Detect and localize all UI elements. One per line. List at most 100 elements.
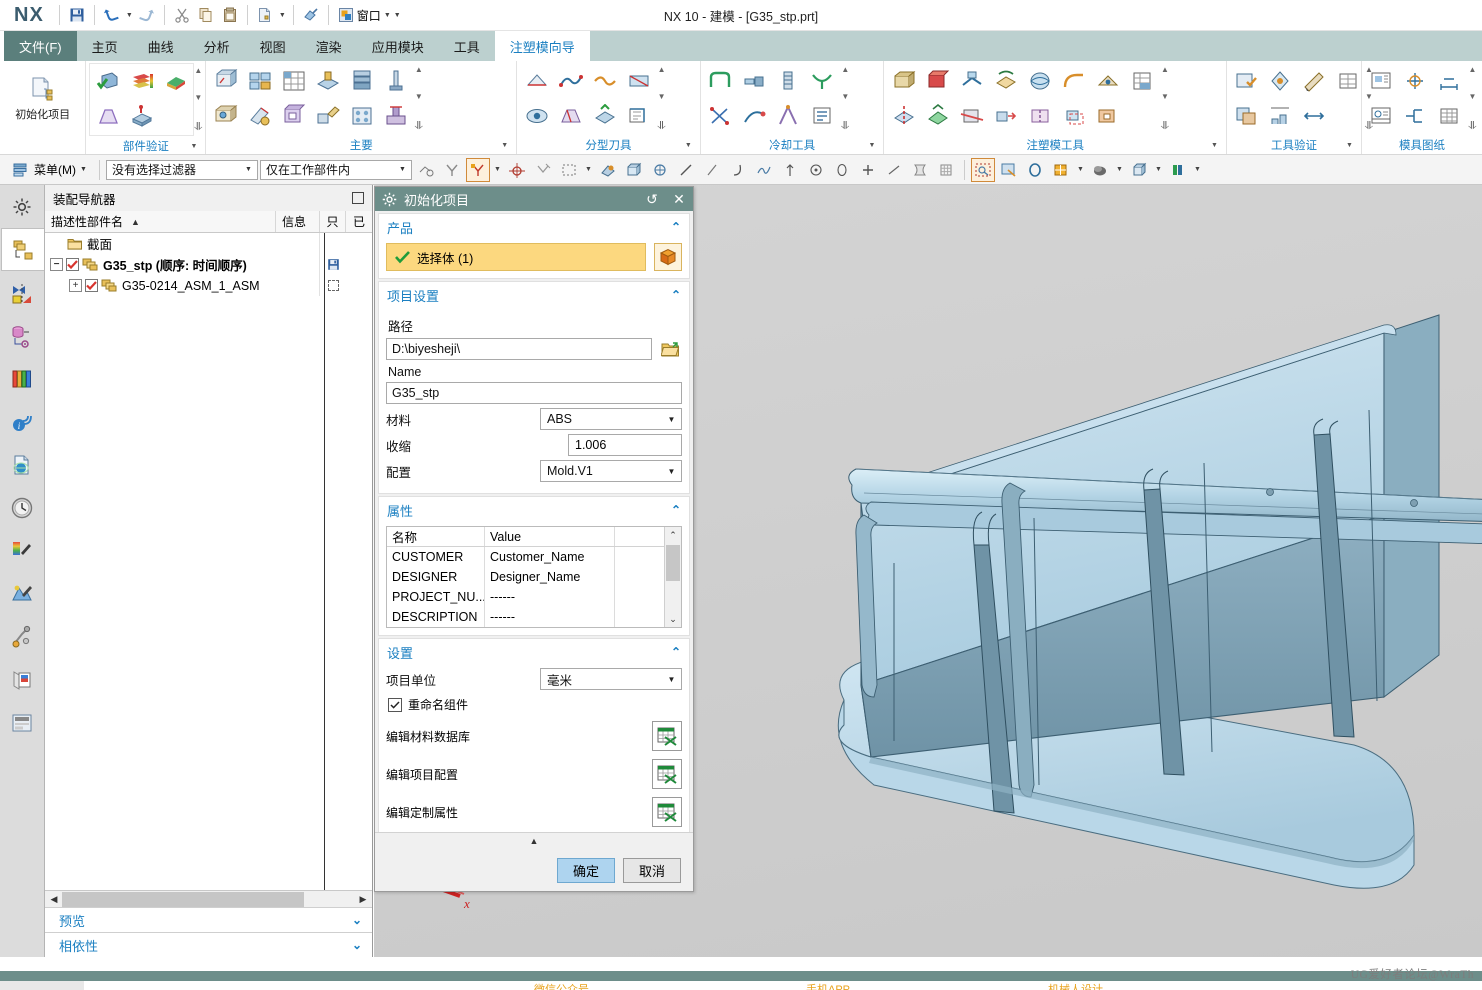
scroll-right-icon[interactable]: ▶ [355, 891, 371, 907]
attributes-vertical-scrollbar[interactable]: ⌃ ⌄ [664, 527, 681, 627]
deselect-icon[interactable] [440, 158, 464, 182]
unit-select[interactable]: 毫米 ▼ [540, 668, 682, 690]
sidebar-item-hd3d-tools[interactable]: i [1, 400, 44, 443]
tab-file[interactable]: 文件(F) [4, 31, 77, 61]
line2-icon[interactable] [700, 158, 724, 182]
ribbon-group-part-validation-label[interactable]: 部件验证 ▼ [86, 138, 205, 154]
ribbon-group-parting-label[interactable]: 分型刀具 ▼ [517, 136, 700, 154]
path-input[interactable]: D:\biyesheji\ [386, 338, 652, 360]
feature-select-icon[interactable] [648, 158, 672, 182]
view-style-icon[interactable] [1127, 158, 1151, 182]
mold-check-icon[interactable] [1230, 64, 1263, 97]
snap-point-dropdown-icon[interactable]: ▼ [492, 158, 503, 182]
ribbon-group-mold-tools-label[interactable]: 注塑模工具 ▼ [884, 136, 1226, 154]
new-part-dropdown-icon[interactable]: ▼ [277, 3, 288, 27]
slider-lifter-icon[interactable] [311, 99, 344, 132]
workpiece-icon[interactable] [209, 99, 242, 132]
tab-home[interactable]: 主页 [76, 31, 133, 61]
config-select[interactable]: Mold.V1 ▼ [540, 460, 682, 482]
plus-icon[interactable] [856, 158, 880, 182]
face-patch-icon[interactable] [921, 99, 954, 132]
project-settings-header[interactable]: 项目设置 ⌃ [379, 282, 689, 308]
assembly-drawing-icon[interactable] [1365, 64, 1398, 97]
face-select-icon[interactable] [596, 158, 620, 182]
window-menu-button[interactable]: 窗口 ▼ ▼ [334, 5, 405, 26]
sidebar-item-roles[interactable] [1, 658, 44, 701]
column-header-value[interactable]: Value [485, 527, 615, 546]
mold-csys-icon[interactable] [209, 64, 242, 97]
attributes-header[interactable]: 属性 ⌃ [379, 497, 689, 523]
snap-point-icon[interactable] [465, 157, 490, 182]
scroll-expand-icon[interactable]: ⥥ [1468, 120, 1476, 132]
profile-split-icon[interactable] [1023, 99, 1056, 132]
shrink-input[interactable]: 1.006 [568, 434, 682, 456]
chevron-down-icon[interactable]: ▼ [869, 142, 876, 149]
dependency-section-header[interactable]: 相依性 ⌄ [45, 932, 372, 957]
sidebar-item-web-browser[interactable] [1, 443, 44, 486]
new-part-icon[interactable] [253, 3, 277, 27]
bom-table-icon[interactable] [1399, 99, 1432, 132]
scroll-down-icon[interactable]: ▼ [1161, 93, 1169, 101]
scroll-track[interactable] [665, 543, 682, 611]
sidebar-item-system-materials[interactable] [1, 529, 44, 572]
select-all-icon[interactable] [414, 158, 438, 182]
column-header-readonly[interactable]: 只 [320, 211, 346, 232]
tree-row-g35-0214-asm[interactable]: + G35-0214_ASM_1_ASM [45, 275, 372, 296]
rectangle-select-icon[interactable] [557, 158, 581, 182]
readonly-cell[interactable] [320, 254, 346, 275]
snap-off-icon[interactable] [531, 158, 555, 182]
visibility-icon[interactable] [1166, 158, 1190, 182]
design-insert-icon[interactable] [1091, 99, 1124, 132]
column-header-modified[interactable]: 已 [346, 211, 372, 232]
sidebar-item-part-navigator[interactable] [1, 314, 44, 357]
chevron-down-icon[interactable]: ▼ [685, 142, 692, 149]
chevron-up-icon[interactable]: ⌃ [671, 503, 681, 517]
snap-center-icon[interactable] [505, 158, 529, 182]
sidebar-item-reuse-library[interactable] [1, 357, 44, 400]
tab-tools[interactable]: 工具 [438, 31, 495, 61]
fit-view-icon[interactable] [970, 157, 995, 182]
table-row[interactable]: DESCRIPTION ------ [387, 607, 664, 627]
dialog-collapse-toggle[interactable]: ▲ [375, 832, 693, 849]
scroll-expand-icon[interactable]: ⥥ [841, 120, 849, 132]
ribbon-group-main-label[interactable]: 主要 ▼ [206, 136, 516, 154]
mesh-icon[interactable] [934, 158, 958, 182]
view-orient-icon[interactable] [1049, 158, 1073, 182]
scroll-down-icon[interactable]: ▼ [415, 93, 423, 101]
cut-icon[interactable] [170, 3, 194, 27]
shading-icon[interactable] [1088, 158, 1112, 182]
visibility-checkbox[interactable] [85, 279, 98, 292]
cooling-connector-icon[interactable] [738, 64, 771, 97]
copy-icon[interactable] [194, 3, 218, 27]
ribbon-group-tool-validation-label[interactable]: 工具验证 ▼ [1227, 136, 1361, 154]
column-header-name[interactable]: 名称 [387, 527, 485, 546]
chevron-down-icon[interactable]: ▼ [501, 142, 508, 149]
datum-axis-icon[interactable] [778, 158, 802, 182]
select-mode-dropdown-icon[interactable]: ▼ [583, 158, 594, 182]
sidebar-item-process-studio[interactable] [1, 615, 44, 658]
mold-wizard-misc-icon[interactable] [1125, 64, 1158, 97]
expand-icon[interactable]: + [69, 279, 82, 292]
rename-components-row[interactable]: 重命名组件 [388, 696, 682, 713]
tab-application[interactable]: 应用模块 [356, 31, 439, 61]
scroll-left-icon[interactable]: ◀ [46, 891, 62, 907]
initialize-project-dialog[interactable]: 初始化项目 ↺ ✕ 产品 ⌃ 选择体 (1) 项目设置 ⌃ 路径 D:\biye… [374, 186, 694, 892]
table-row[interactable]: CUSTOMER Customer_Name [387, 547, 664, 567]
electrode-icon[interactable] [379, 99, 412, 132]
edit-custom-attr-button[interactable] [652, 797, 682, 827]
tab-mold-wizard[interactable]: 注塑模向导 [494, 31, 590, 61]
edit-project-config-button[interactable] [652, 759, 682, 789]
edge-icon[interactable] [882, 158, 906, 182]
create-box-icon[interactable] [887, 64, 920, 97]
readonly-cell[interactable] [320, 275, 346, 296]
scroll-expand-icon[interactable]: ⥥ [1161, 120, 1169, 132]
tab-view[interactable]: 视图 [244, 31, 301, 61]
check-geometry-icon[interactable] [91, 65, 124, 98]
visibility-dropdown-icon[interactable]: ▼ [1192, 158, 1203, 182]
table-row[interactable]: DESIGNER Designer_Name [387, 567, 664, 587]
sidebar-item-view-manager[interactable] [1, 701, 44, 744]
cooling-pattern-icon[interactable] [704, 99, 737, 132]
split-solid-icon[interactable] [887, 99, 920, 132]
sidebar-item-constraint-navigator[interactable] [1, 271, 44, 314]
cooling-list-icon[interactable] [806, 99, 839, 132]
